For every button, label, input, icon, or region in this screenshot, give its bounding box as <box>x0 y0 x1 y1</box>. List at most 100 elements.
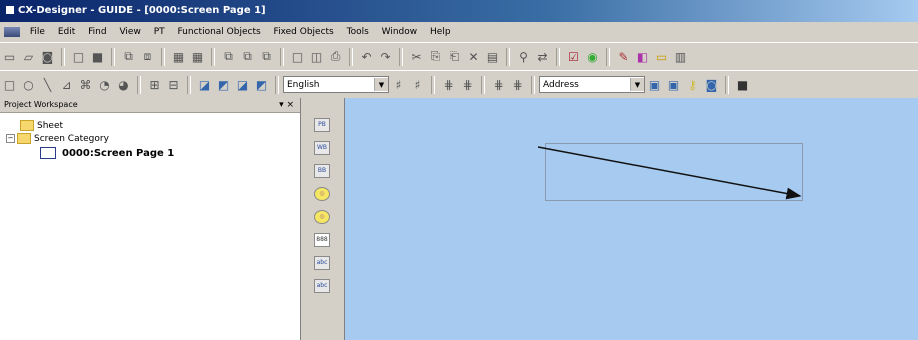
mdi-child-icon[interactable] <box>4 26 20 37</box>
cut-icon[interactable]: ✂ <box>409 49 424 64</box>
list-tool-icon[interactable]: abc <box>314 279 330 293</box>
key-icon[interactable]: ⚷ <box>685 77 700 92</box>
list-icon[interactable]: ▥ <box>673 49 688 64</box>
tree-label: 0000:Screen Page 1 <box>62 147 175 159</box>
highlight-icon[interactable]: ◙ <box>704 77 719 92</box>
separator <box>431 75 435 94</box>
open-folder-icon[interactable]: ◙ <box>40 49 55 64</box>
language-select[interactable]: English ▼ <box>283 76 389 93</box>
rectangle-icon[interactable]: □ <box>2 77 17 92</box>
new-project-icon[interactable]: ▭ <box>2 49 17 64</box>
bring-front-icon[interactable]: ◪ <box>197 77 212 92</box>
address-select[interactable]: Address ▼ <box>539 76 645 93</box>
menu-view[interactable]: View <box>119 27 140 37</box>
print-preview-icon[interactable]: ◫ <box>309 49 324 64</box>
tree-label: Sheet <box>37 120 64 131</box>
grid-icon[interactable]: ▦ <box>171 49 186 64</box>
folder-icon <box>17 133 31 144</box>
menu-tools[interactable]: Tools <box>347 27 369 37</box>
undo-icon[interactable]: ↶ <box>359 49 374 64</box>
tree-item-screen-page[interactable]: 0000:Screen Page 1 <box>40 147 174 159</box>
menu-fixed-objects[interactable]: Fixed Objects <box>274 27 334 37</box>
label-prev-icon[interactable]: ♯ <box>391 77 406 92</box>
title-bar: CX-Designer - GUIDE - [0000:Screen Page … <box>0 0 918 22</box>
project-workspace: Project Workspace ▾ × Sheet − Screen Cat… <box>0 98 301 340</box>
push-button-tool-icon[interactable]: PB <box>314 118 330 132</box>
polyline-icon[interactable]: ⊿ <box>59 77 74 92</box>
forward-icon[interactable]: ◪ <box>235 77 250 92</box>
group-icon[interactable]: ⊞ <box>147 77 162 92</box>
drawing-toolbar: □ ○ ╲ ⊿ ⌘ ◔ ◕ ⊞ ⊟ ◪ ◩ ◪ ◩ English ▼ ♯ ♯ … <box>0 70 918 99</box>
screen-page-icon <box>40 147 56 159</box>
check-icon[interactable]: ☑ <box>566 49 581 64</box>
send-back-icon[interactable]: ◩ <box>216 77 231 92</box>
print-icon[interactable]: ⎙ <box>328 49 343 64</box>
copy-screen-icon[interactable]: ⧉ <box>121 49 136 64</box>
label-switch-alt-icon[interactable]: ⋕ <box>460 77 475 92</box>
state-alt-icon[interactable]: ⋕ <box>510 77 525 92</box>
arrow-line[interactable] <box>345 98 918 340</box>
sector-icon[interactable]: ◕ <box>116 77 131 92</box>
redo-icon[interactable]: ↷ <box>378 49 393 64</box>
table-icon[interactable]: ▤ <box>485 49 500 64</box>
address-value: Address <box>543 79 579 90</box>
paste-screen-icon[interactable]: ⧈ <box>140 49 155 64</box>
paste-icon[interactable]: ⎗ <box>447 49 462 64</box>
id-icon[interactable]: ▣ <box>647 77 662 92</box>
tool-icon[interactable]: ✎ <box>616 49 631 64</box>
workspace-header: Project Workspace ▾ × <box>0 98 300 113</box>
compare-icon[interactable]: ⧉ <box>259 49 274 64</box>
save-icon[interactable]: ■ <box>90 49 105 64</box>
line-icon[interactable]: ╲ <box>40 77 55 92</box>
property-icon[interactable]: ◧ <box>635 49 650 64</box>
open-icon[interactable]: ▱ <box>21 49 36 64</box>
replace-icon[interactable]: ⇄ <box>535 49 550 64</box>
word-button-tool-icon[interactable]: WB <box>314 141 330 155</box>
workspace-title: Project Workspace <box>4 100 78 109</box>
tree-label: Screen Category <box>34 133 109 144</box>
menu-edit[interactable]: Edit <box>58 27 75 37</box>
lamp-tool-icon[interactable]: ◎ <box>314 187 330 201</box>
label-next-icon[interactable]: ♯ <box>410 77 425 92</box>
grid-alt-icon[interactable]: ▦ <box>190 49 205 64</box>
delete-icon[interactable]: ✕ <box>466 49 481 64</box>
menu-pt[interactable]: PT <box>154 27 165 37</box>
find-icon[interactable]: ⚲ <box>516 49 531 64</box>
backward-icon[interactable]: ◩ <box>254 77 269 92</box>
tree-item-sheet[interactable]: Sheet <box>20 120 63 131</box>
window-title: CX-Designer - GUIDE - [0000:Screen Page … <box>18 5 266 16</box>
label-switch-icon[interactable]: ⋕ <box>441 77 456 92</box>
page-icon[interactable]: □ <box>290 49 305 64</box>
separator <box>506 47 510 66</box>
polygon-icon[interactable]: ⌘ <box>78 77 93 92</box>
chevron-down-icon[interactable]: ▼ <box>630 78 644 91</box>
workspace-controls[interactable]: ▾ × <box>279 98 294 112</box>
menu-help[interactable]: Help <box>430 27 451 37</box>
copy-icon[interactable]: ⎘ <box>428 49 443 64</box>
numeral-display-tool-icon[interactable]: 888 <box>314 233 330 247</box>
string-display-tool-icon[interactable]: abc <box>314 256 330 270</box>
screen-canvas[interactable] <box>345 98 918 340</box>
separator <box>161 47 165 66</box>
word-lamp-tool-icon[interactable]: ◎ <box>314 210 330 224</box>
bit-button-tool-icon[interactable]: BB <box>314 164 330 178</box>
separator <box>481 75 485 94</box>
id-alt-icon[interactable]: ▣ <box>666 77 681 92</box>
library-icon[interactable]: ▭ <box>654 49 669 64</box>
state-icon[interactable]: ⋕ <box>491 77 506 92</box>
test-icon[interactable]: ◉ <box>585 49 600 64</box>
collapse-icon[interactable]: − <box>6 134 15 143</box>
menu-functional-objects[interactable]: Functional Objects <box>178 27 261 37</box>
menu-file[interactable]: File <box>30 27 45 37</box>
color-icon[interactable]: ■ <box>735 77 750 92</box>
transfer-alt-icon[interactable]: ⧉ <box>240 49 255 64</box>
circle-icon[interactable]: ○ <box>21 77 36 92</box>
menu-window[interactable]: Window <box>382 27 418 37</box>
new-icon[interactable]: □ <box>71 49 86 64</box>
menu-find[interactable]: Find <box>88 27 106 37</box>
arc-icon[interactable]: ◔ <box>97 77 112 92</box>
tree-item-screen-category[interactable]: − Screen Category <box>6 133 109 144</box>
ungroup-icon[interactable]: ⊟ <box>166 77 181 92</box>
chevron-down-icon[interactable]: ▼ <box>374 78 388 91</box>
transfer-icon[interactable]: ⧉ <box>221 49 236 64</box>
